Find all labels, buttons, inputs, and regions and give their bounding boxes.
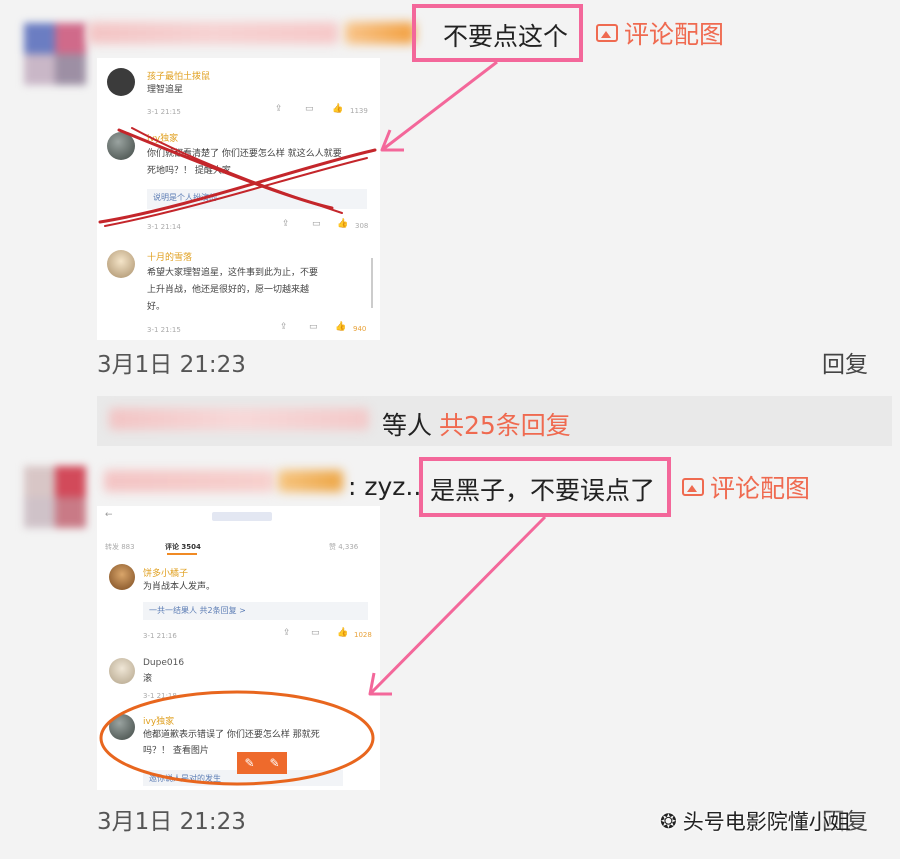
edit-badge: ✎ ✎ (237, 752, 287, 774)
username-blurred-end (278, 470, 343, 492)
pencil-icon: ✎ (244, 756, 255, 770)
watermark: ❂ 头号电影院懂小姐 (660, 806, 851, 836)
highlight-circle (99, 690, 375, 786)
username-blurred[interactable] (88, 22, 338, 44)
comment-image[interactable]: ← 转发 883 评论 3504 赞 4,336 饼多小橘子 为肖战本人发声。 … (97, 506, 380, 790)
comment-text: 是黑子，不要误点了 (430, 476, 656, 505)
username-blurred[interactable] (104, 470, 274, 492)
username-blurred (109, 408, 369, 430)
watermark-text: 头号电影院懂小姐 (682, 810, 851, 834)
more-replies-bar[interactable]: 等人 共25条回复 (97, 396, 892, 446)
comment-date: 3月1日 21:23 (97, 352, 246, 378)
comment-date: 3月1日 21:23 (97, 809, 246, 835)
pencil-icon: ✎ (269, 756, 280, 770)
image-icon (596, 24, 618, 42)
comment-image-link-label: 评论配图 (624, 20, 725, 49)
username-blurred-end (345, 22, 415, 44)
comment-image-link[interactable]: 评论配图 (596, 15, 724, 51)
arrow-2 (368, 515, 547, 696)
avatar[interactable] (24, 466, 86, 528)
image-icon (682, 478, 704, 496)
wechat-icon: ❂ (660, 809, 677, 833)
cross-out-mark (98, 127, 377, 227)
replies-suffix: 等人 (382, 411, 433, 440)
replies-count-link[interactable]: 共25条回复 (439, 406, 571, 442)
comment-image-link[interactable]: 评论配图 (682, 469, 810, 505)
arrow-1 (380, 60, 498, 152)
comment-image[interactable]: 孩子最怕土拨鼠 理智追星 3-1 21:15 ⇪ ▭ 👍 1139 ivy独家 … (97, 58, 380, 340)
comment-image-link-label: 评论配图 (710, 474, 811, 503)
comment-text: 不要点这个 (443, 22, 569, 51)
reply-button[interactable]: 回复 (822, 345, 868, 379)
reply-to-prefix: : zyz.. (348, 472, 422, 501)
avatar[interactable] (24, 23, 86, 85)
